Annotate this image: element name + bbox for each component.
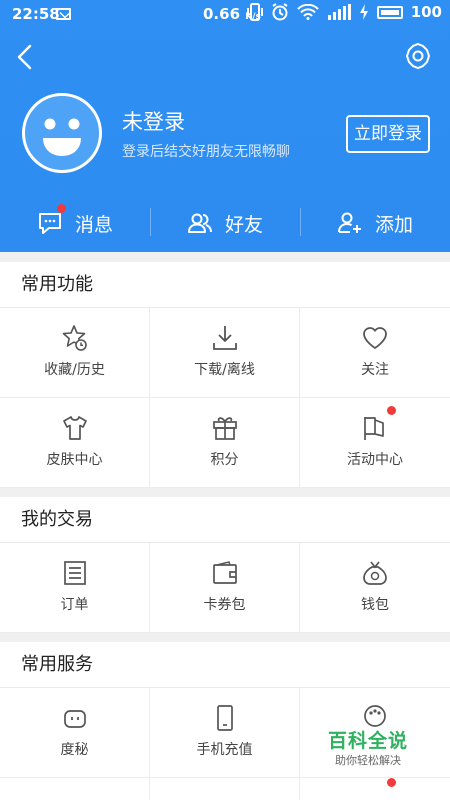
- status-time: 22:58: [12, 5, 60, 23]
- section-title: 我的交易: [0, 497, 450, 543]
- smiley-face-icon: [43, 118, 81, 156]
- section-common-functions: 常用功能 收藏/历史 下载/离线 关注 皮肤中心 积分 活动中心: [0, 262, 450, 488]
- tab-messages[interactable]: 消息: [0, 196, 150, 250]
- tab-friends-label: 好友: [224, 213, 263, 236]
- battery-percent: 100: [410, 3, 442, 21]
- grid-item-partial[interactable]: [300, 778, 450, 800]
- message-badge: [57, 204, 66, 213]
- grid-item-label: 活动中心: [347, 452, 403, 468]
- add-user-icon: [337, 212, 361, 233]
- grid-item-follow[interactable]: 关注: [300, 308, 450, 398]
- grid-item-orders[interactable]: 订单: [0, 543, 150, 633]
- friends-icon: [187, 213, 212, 233]
- grid-item-partial[interactable]: [150, 778, 300, 800]
- tab-add[interactable]: 添加: [300, 196, 450, 250]
- wifi-icon: [296, 4, 319, 20]
- grid-item-skin-center[interactable]: 皮肤中心: [0, 398, 150, 488]
- grid-item-label: 卡券包: [203, 597, 246, 613]
- charging-icon: [359, 4, 368, 20]
- message-icon: [38, 213, 61, 234]
- robot-icon: [64, 710, 86, 728]
- grid-item-duer[interactable]: 度秘: [0, 688, 150, 778]
- tab-friends[interactable]: 好友: [150, 196, 300, 250]
- grid-item-wallet[interactable]: 钱包: [300, 543, 450, 633]
- section-common-services: 常用服务 度秘 手机充值: [0, 642, 450, 800]
- status-bar: 22:58 0.66 K/s 100: [0, 0, 450, 30]
- money-bag-icon: [363, 561, 387, 585]
- grid-item-card-wallet[interactable]: 卡券包: [150, 543, 300, 633]
- social-tabs: 消息 好友 添加: [0, 196, 450, 250]
- grid-item-label: 度秘: [60, 742, 89, 758]
- grid-item-favorites-history[interactable]: 收藏/历史: [0, 308, 150, 398]
- star-clock-icon: [62, 325, 87, 351]
- order-icon: [64, 561, 86, 585]
- grid-item-download-offline[interactable]: 下载/离线: [150, 308, 300, 398]
- phone-icon: [217, 705, 233, 731]
- service-badge: [387, 778, 396, 787]
- download-icon: [213, 326, 237, 350]
- battery-icon: [376, 5, 403, 19]
- activity-badge: [387, 406, 396, 415]
- grid-item-points[interactable]: 积分: [150, 398, 300, 488]
- grid-item-label: 皮肤中心: [46, 452, 103, 468]
- grid-item-label: 订单: [60, 597, 89, 613]
- section-title: 常用功能: [0, 262, 450, 308]
- tab-messages-label: 消息: [74, 213, 113, 236]
- watermark-title: 百科全说: [327, 730, 408, 752]
- login-button[interactable]: 立即登录: [346, 115, 430, 153]
- grid-item-label: 积分: [210, 452, 239, 468]
- grid-item-partial[interactable]: [0, 778, 150, 800]
- grid-item-label: 下载/离线: [194, 362, 255, 378]
- grid-item-label: 钱包: [361, 597, 389, 613]
- username[interactable]: 未登录: [122, 106, 185, 136]
- login-hint: 登录后结交好朋友无限畅聊: [122, 144, 290, 160]
- grid-item-label: 手机充值: [196, 742, 253, 758]
- network-speed-value: 0.66: [203, 5, 241, 23]
- wallet-card-icon: [213, 561, 237, 584]
- settings-gear-icon[interactable]: [404, 42, 432, 70]
- watermark-logo: 百科全说 助你轻松解决: [318, 726, 418, 768]
- avatar[interactable]: [22, 93, 102, 173]
- profile-header: 22:58 0.66 K/s 100 未登录 登录后结交好朋友无限畅聊 立即登录…: [0, 0, 450, 252]
- back-arrow-icon[interactable]: [14, 44, 36, 70]
- watermark-subtitle: 助你轻松解决: [335, 754, 401, 767]
- tshirt-icon: [63, 416, 87, 440]
- grid-item-phone-recharge[interactable]: 手机充值: [150, 688, 300, 778]
- grid-item-activity-center[interactable]: 活动中心: [300, 398, 450, 488]
- status-icons: 100: [246, 3, 442, 21]
- tab-add-label: 添加: [374, 213, 413, 236]
- grid-item-label: 收藏/历史: [44, 362, 105, 378]
- heart-icon: [363, 327, 387, 349]
- alarm-icon: [272, 3, 288, 21]
- section-title: 常用服务: [0, 642, 450, 688]
- vibrate-icon: [246, 3, 263, 21]
- section-my-trade: 我的交易 订单 卡券包 钱包: [0, 497, 450, 633]
- gift-icon: [213, 417, 237, 440]
- signal-icon: [327, 4, 351, 20]
- mail-notification-icon: [56, 8, 71, 20]
- grid-item-label: 关注: [361, 362, 389, 378]
- flag-icon: [364, 417, 384, 440]
